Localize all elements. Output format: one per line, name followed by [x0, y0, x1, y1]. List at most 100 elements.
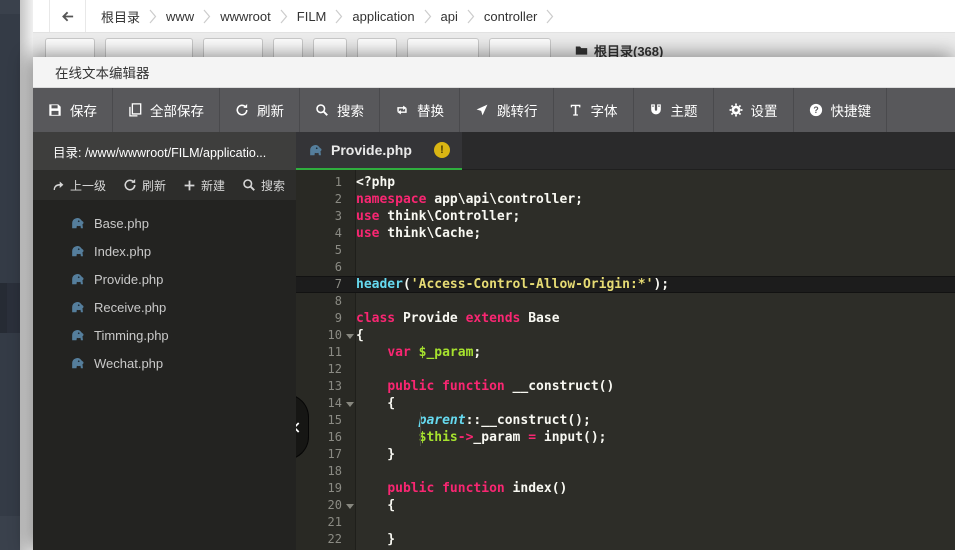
code-lines: 1<?php2 namespace app\api\controller; 3 use…	[296, 170, 955, 548]
file-name: Index.php	[94, 244, 151, 259]
code-line[interactable]: 20 {	[296, 497, 955, 514]
toolbar-button-label: 保存	[70, 100, 97, 120]
code-editor[interactable]: 1<?php2 namespace app\api\controller; 3 use…	[296, 170, 955, 550]
breadcrumb-item[interactable]: application	[352, 9, 414, 24]
file-item[interactable]: Wechat.php	[33, 349, 296, 377]
toolbar-button-settings[interactable]: 设置	[714, 88, 794, 132]
code-line[interactable]: 4use think\Cache;	[296, 225, 955, 242]
code-text: {	[356, 327, 364, 344]
tree-toolbar-button-plus[interactable]: 新建	[183, 177, 225, 194]
tree-toolbar-button-label: 上一级	[70, 177, 106, 194]
code-text: use think\Controller;	[356, 208, 520, 225]
code-line[interactable]: 3 use think\Controller;	[296, 208, 955, 225]
toolbar-button-label: 全部保存	[150, 100, 204, 120]
file-item[interactable]: Receive.php	[33, 293, 296, 321]
breadcrumb-item[interactable]: wwwroot	[220, 9, 271, 24]
code-line[interactable]: 9class Provide extends Base	[296, 310, 955, 327]
code-line[interactable]: 16 $this->_param = input();	[296, 429, 955, 446]
toolbar-button-font[interactable]: 字体	[554, 88, 634, 132]
refresh-icon	[235, 103, 249, 117]
toolbar-button-replace[interactable]: 替换	[380, 88, 460, 132]
toolbar-button-search[interactable]: 搜索	[300, 88, 380, 132]
fold-slot	[342, 174, 356, 191]
page: { "topbar": { "breadcrumbs": ["根目录", "ww…	[0, 0, 955, 550]
fold-slot	[342, 446, 356, 463]
file-item[interactable]: Index.php	[33, 237, 296, 265]
line-number: 3	[296, 208, 342, 225]
file-item[interactable]: Base.php	[33, 209, 296, 237]
online-editor-modal: 在线文本编辑器 保存全部保存刷新搜索替换跳转行字体主题设置?快捷键 目录: /w…	[33, 57, 955, 550]
tab-label: Provide.php	[331, 142, 426, 158]
file-name: Provide.php	[94, 272, 163, 287]
back-button[interactable]	[49, 0, 86, 32]
line-number: 18	[296, 463, 342, 480]
fold-slot	[342, 514, 356, 531]
tree-toolbar-button-refresh[interactable]: 刷新	[123, 177, 166, 194]
line-number: 21	[296, 514, 342, 531]
toolbar-button-shortcut[interactable]: ?快捷键	[794, 88, 888, 132]
code-line[interactable]: 1<?php	[296, 174, 955, 191]
toolbar-button-label: 跳转行	[497, 100, 538, 120]
code-line[interactable]: 22 }	[296, 531, 955, 548]
toolbar-button-goto-line[interactable]: 跳转行	[460, 88, 554, 132]
breadcrumb-item[interactable]: www	[166, 9, 194, 24]
code-line[interactable]: 8	[296, 293, 955, 310]
code-line[interactable]: 18	[296, 463, 955, 480]
php-elephant-icon	[70, 272, 85, 287]
tree-toolbar-button-search[interactable]: 搜索	[242, 177, 285, 194]
code-line[interactable]: 6	[296, 259, 955, 276]
file-item[interactable]: Timming.php	[33, 321, 296, 349]
line-number: 5	[296, 242, 342, 259]
toolbar-button-refresh[interactable]: 刷新	[220, 88, 300, 132]
modal-header: 在线文本编辑器	[33, 57, 955, 88]
breadcrumb-item[interactable]: 根目录	[101, 7, 140, 26]
crumb-sep-icon	[280, 9, 288, 24]
line-number: 7	[296, 276, 342, 293]
breadcrumb-item[interactable]: controller	[484, 9, 537, 24]
toolbar-button-theme[interactable]: 主题	[634, 88, 714, 132]
toolbar-button-label: 设置	[751, 100, 778, 120]
rail-active-section	[0, 283, 20, 333]
code-line[interactable]: 14 {	[296, 395, 955, 412]
code-line[interactable]: 7header('Access-Control-Allow-Origin:*')…	[296, 276, 955, 293]
line-number: 11	[296, 344, 342, 361]
code-text: use think\Cache;	[356, 225, 481, 242]
code-line[interactable]: 10 {	[296, 327, 955, 344]
code-text: <?php	[356, 174, 395, 191]
code-line[interactable]: 2 namespace app\api\controller;	[296, 191, 955, 208]
file-name: Wechat.php	[94, 356, 163, 371]
tab-provide-php[interactable]: Provide.php !	[296, 132, 462, 170]
php-elephant-icon	[70, 300, 85, 315]
code-line[interactable]: 13 public function __construct()	[296, 378, 955, 395]
code-line[interactable]: 11 var $_param;	[296, 344, 955, 361]
tree-toolbar-button-up-level[interactable]: 上一级	[52, 177, 106, 194]
php-elephant-icon	[70, 356, 85, 371]
fold-arrow-icon[interactable]	[342, 395, 356, 412]
fold-arrow-icon[interactable]	[342, 497, 356, 514]
php-elephant-icon	[70, 328, 85, 343]
line-number: 2	[296, 191, 342, 208]
fold-slot	[342, 310, 356, 327]
fold-arrow-icon[interactable]	[342, 327, 356, 344]
line-number: 10	[296, 327, 342, 344]
crumb-sep-icon	[203, 9, 211, 24]
back-arrow-icon	[60, 9, 75, 24]
code-line[interactable]: 17 }	[296, 446, 955, 463]
toolbar-button-label: 搜索	[337, 100, 364, 120]
file-item[interactable]: Provide.php	[33, 265, 296, 293]
file-tree: Base.php Index.php Provide.php Receive.phpT…	[33, 200, 296, 550]
code-line[interactable]: 21	[296, 514, 955, 531]
code-line[interactable]: 12	[296, 361, 955, 378]
code-line[interactable]: 19 public function index()	[296, 480, 955, 497]
code-text: namespace app\api\controller;	[356, 191, 583, 208]
toolbar-button-save-all[interactable]: 全部保存	[113, 88, 220, 132]
fold-slot	[342, 480, 356, 497]
breadcrumb-item[interactable]: api	[441, 9, 458, 24]
breadcrumb-item[interactable]: FILM	[297, 9, 327, 24]
code-line[interactable]: 15 parent::__construct();	[296, 412, 955, 429]
fold-slot	[342, 242, 356, 259]
code-text: $this->_param = input();	[356, 429, 607, 446]
line-number: 6	[296, 259, 342, 276]
code-line[interactable]: 5	[296, 242, 955, 259]
toolbar-button-save[interactable]: 保存	[33, 88, 113, 132]
